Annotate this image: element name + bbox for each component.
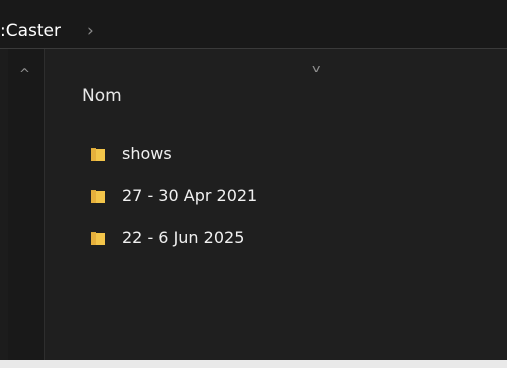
- file-name: 27 - 30 Apr 2021: [122, 186, 258, 205]
- address-bar[interactable]: :Caster ›: [0, 0, 507, 49]
- breadcrumb-chevron-icon[interactable]: ›: [87, 20, 94, 42]
- list-item[interactable]: 27 - 30 Apr 2021: [85, 183, 385, 209]
- list-item[interactable]: shows: [85, 141, 385, 167]
- scroll-up-arrow-icon[interactable]: ^: [19, 68, 30, 82]
- navigation-pane: ^: [8, 49, 45, 368]
- file-explorer-window: :Caster › ^ v Nom shows 27 - 30 Apr 2021…: [0, 0, 507, 368]
- file-name: 22 - 6 Jun 2025: [122, 228, 245, 247]
- bottom-edge: [0, 360, 507, 368]
- screen: :Caster › ^ v Nom shows 27 - 30 Apr 2021…: [0, 0, 507, 368]
- list-item[interactable]: 22 - 6 Jun 2025: [85, 225, 385, 251]
- file-list: v Nom shows 27 - 30 Apr 2021 22 - 6 Jun …: [45, 49, 507, 368]
- folder-icon: [91, 148, 105, 161]
- folder-icon: [91, 232, 105, 245]
- folder-icon: [91, 190, 105, 203]
- breadcrumb-caster[interactable]: :Caster: [0, 20, 61, 42]
- file-name: shows: [122, 144, 172, 163]
- column-header-name[interactable]: Nom: [82, 85, 122, 107]
- sort-chevron-icon[interactable]: v: [312, 63, 320, 75]
